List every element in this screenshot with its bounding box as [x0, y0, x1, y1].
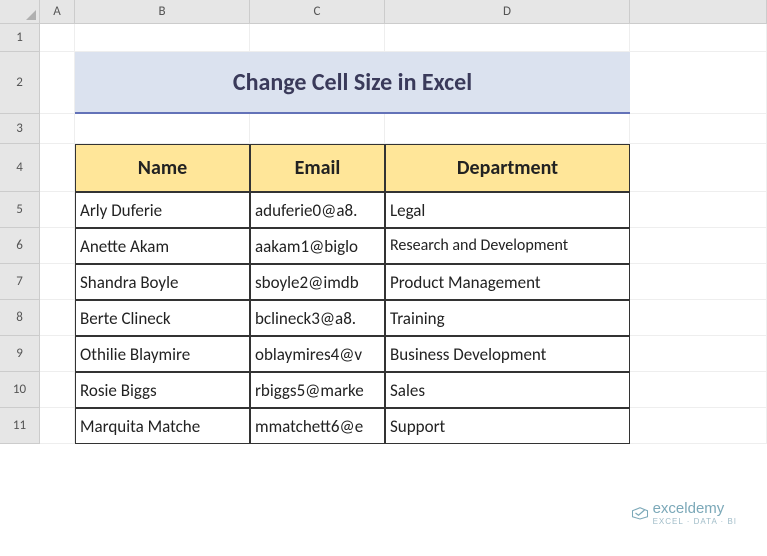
table-cell-dept[interactable]: Support: [385, 408, 630, 444]
row-header-8[interactable]: 8: [0, 300, 40, 336]
cell[interactable]: [40, 336, 75, 372]
col-header-A[interactable]: A: [40, 0, 75, 24]
cell[interactable]: [630, 192, 767, 228]
table-cell-dept[interactable]: Training: [385, 300, 630, 336]
table-cell-name[interactable]: Arly Duferie: [75, 192, 250, 228]
cell[interactable]: [250, 24, 385, 52]
table-cell-email[interactable]: rbiggs5@marke: [250, 372, 385, 408]
row-header-5[interactable]: 5: [0, 192, 40, 228]
col-header-blank[interactable]: [630, 0, 767, 24]
row-header-11[interactable]: 11: [0, 408, 40, 444]
cell[interactable]: [385, 114, 630, 144]
cell[interactable]: [630, 24, 767, 52]
cell[interactable]: [40, 372, 75, 408]
table-cell-email[interactable]: sboyle2@imdb: [250, 264, 385, 300]
cell[interactable]: [40, 52, 75, 114]
table-cell-email[interactable]: bclineck3@a8.: [250, 300, 385, 336]
cell[interactable]: [40, 264, 75, 300]
cell[interactable]: [630, 408, 767, 444]
col-header-B[interactable]: B: [75, 0, 250, 24]
cell[interactable]: [75, 114, 250, 144]
table-cell-email[interactable]: aakam1@biglo: [250, 228, 385, 264]
table-cell-dept[interactable]: Product Management: [385, 264, 630, 300]
cell[interactable]: [40, 144, 75, 192]
cell[interactable]: [630, 336, 767, 372]
watermark-brand: exceldemy: [653, 500, 725, 517]
cell[interactable]: [630, 144, 767, 192]
cell[interactable]: [40, 408, 75, 444]
table-cell-dept[interactable]: Business Development: [385, 336, 630, 372]
watermark: exceldemy EXCEL · DATA · BI: [631, 500, 737, 526]
row-header-3[interactable]: 3: [0, 114, 40, 144]
cell[interactable]: [630, 264, 767, 300]
cell[interactable]: [630, 52, 767, 114]
cell[interactable]: [630, 372, 767, 408]
table-cell-name[interactable]: Berte Clineck: [75, 300, 250, 336]
table-cell-dept[interactable]: Sales: [385, 372, 630, 408]
col-header-C[interactable]: C: [250, 0, 385, 24]
page-title[interactable]: Change Cell Size in Excel: [75, 52, 630, 114]
table-header-email[interactable]: Email: [250, 144, 385, 192]
table-header-dept[interactable]: Department: [385, 144, 630, 192]
watermark-tag: EXCEL · DATA · BI: [653, 517, 737, 526]
cell[interactable]: [250, 114, 385, 144]
row-header-9[interactable]: 9: [0, 336, 40, 372]
row-header-6[interactable]: 6: [0, 228, 40, 264]
table-cell-dept[interactable]: Legal: [385, 192, 630, 228]
table-cell-name[interactable]: Shandra Boyle: [75, 264, 250, 300]
table-cell-email[interactable]: oblaymires4@v: [250, 336, 385, 372]
cell[interactable]: [40, 24, 75, 52]
cell[interactable]: [40, 300, 75, 336]
watermark-icon: [631, 506, 649, 520]
cell[interactable]: [385, 24, 630, 52]
cell[interactable]: [630, 228, 767, 264]
row-header-1[interactable]: 1: [0, 24, 40, 52]
table-cell-email[interactable]: aduferie0@a8.: [250, 192, 385, 228]
cell[interactable]: [40, 114, 75, 144]
table-header-name[interactable]: Name: [75, 144, 250, 192]
table-cell-name[interactable]: Anette Akam: [75, 228, 250, 264]
select-all-corner[interactable]: [0, 0, 40, 24]
table-cell-name[interactable]: Othilie Blaymire: [75, 336, 250, 372]
row-header-4[interactable]: 4: [0, 144, 40, 192]
row-header-2[interactable]: 2: [0, 52, 40, 114]
table-cell-name[interactable]: Rosie Biggs: [75, 372, 250, 408]
cell[interactable]: [630, 114, 767, 144]
spreadsheet-grid: A B C D 1 2 Change Cell Size in Excel 3 …: [0, 0, 767, 444]
table-cell-name[interactable]: Marquita Matche: [75, 408, 250, 444]
cell[interactable]: [75, 24, 250, 52]
row-header-10[interactable]: 10: [0, 372, 40, 408]
table-cell-email[interactable]: mmatchett6@e: [250, 408, 385, 444]
row-header-7[interactable]: 7: [0, 264, 40, 300]
cell[interactable]: [40, 228, 75, 264]
table-cell-dept[interactable]: Research and Development: [385, 228, 630, 264]
cell[interactable]: [630, 300, 767, 336]
cell[interactable]: [40, 192, 75, 228]
col-header-D[interactable]: D: [385, 0, 630, 24]
